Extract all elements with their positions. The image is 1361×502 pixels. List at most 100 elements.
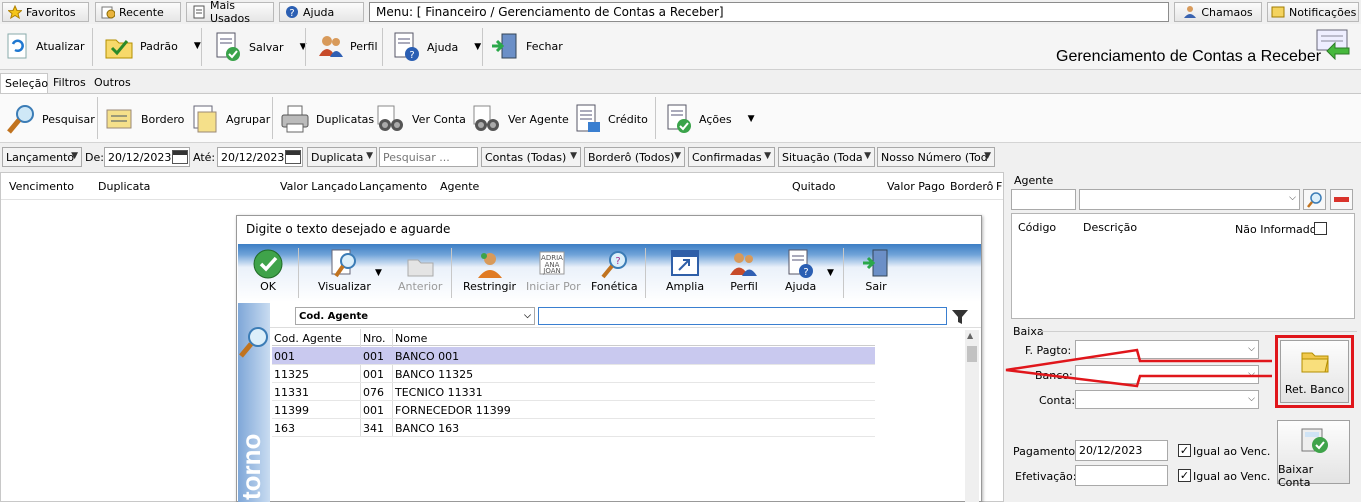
notificacoes-button[interactable]: Notificações — [1267, 2, 1359, 22]
popup-perfil-button[interactable]: Perfil — [729, 248, 759, 293]
popup-ok-button[interactable]: OK — [252, 248, 284, 293]
ver-conta-label: Ver Conta — [412, 112, 466, 126]
search-input[interactable] — [379, 147, 478, 167]
restrict-user-icon — [474, 248, 506, 280]
filter-icon[interactable] — [951, 309, 969, 325]
credito-button[interactable]: Crédito — [574, 104, 648, 134]
visualizar-dropdown-icon[interactable]: ▼ — [375, 268, 382, 278]
col-valor-lancado[interactable]: Valor Lançado — [280, 180, 358, 193]
perfil-button[interactable]: Perfil — [318, 32, 378, 60]
agrupar-button[interactable]: Agrupar — [192, 104, 270, 134]
nosso-numero-select[interactable]: Nosso Número (Tod ▼ — [877, 147, 995, 167]
atualizar-button[interactable]: Atualizar — [6, 32, 85, 60]
acoes-button[interactable]: Ações ▼ — [665, 104, 755, 134]
popup-ajuda-button[interactable]: ? Ajuda — [785, 248, 816, 293]
ver-agente-button[interactable]: Ver Agente — [472, 104, 569, 134]
table-row[interactable]: 001 001 BANCO 001 — [272, 347, 875, 365]
col-f[interactable]: F — [996, 180, 1002, 193]
popup-col-cod-agente[interactable]: Cod. Agente — [274, 332, 342, 345]
col-vencimento[interactable]: Vencimento — [9, 180, 74, 193]
popup-sair-button[interactable]: Sair — [861, 248, 891, 293]
mais-usados-button[interactable]: Mais Usados — [186, 0, 274, 25]
ajuda-dropdown-icon[interactable]: ▼ — [474, 42, 481, 52]
acoes-label: Ações — [699, 112, 732, 126]
alphabet-list-icon: ADRIA ANA JOAN — [537, 248, 569, 280]
recent-icon — [101, 5, 115, 19]
col-lancamento[interactable]: Lançamento — [359, 180, 427, 193]
popup-anterior-label: Anterior — [398, 280, 443, 293]
popup-fonetica-button[interactable]: ? Fonética — [591, 248, 638, 293]
refresh-icon — [6, 32, 30, 60]
padrao-dropdown-icon[interactable]: ▼ — [194, 41, 201, 51]
efetivacao-igual-checkbox[interactable]: ✓ — [1178, 469, 1191, 482]
popup-anterior-button[interactable]: Anterior — [398, 248, 442, 293]
tab-selecao[interactable]: Seleção — [0, 73, 48, 93]
baixar-conta-button[interactable]: Baixar Conta — [1277, 420, 1350, 489]
agente-select[interactable]: ⌵ — [1079, 189, 1300, 210]
col-quitado[interactable]: Quitado — [792, 180, 835, 193]
chamados-button[interactable]: Chamaos — [1174, 2, 1262, 22]
ajuda-top-button[interactable]: ? Ajuda — [279, 2, 364, 22]
tab-filtros[interactable]: Filtros — [53, 76, 86, 89]
conta-label: Conta: — [1039, 394, 1076, 407]
pagamento-input[interactable]: 20/12/2023 — [1075, 440, 1168, 461]
duplicatas-button[interactable]: Duplicatas — [280, 104, 374, 134]
acoes-dropdown-icon[interactable]: ▼ — [748, 114, 755, 124]
scroll-up-icon[interactable]: ▲ — [967, 331, 973, 340]
ret-banco-button[interactable]: Ret. Banco — [1280, 340, 1349, 403]
col-codigo[interactable]: Código — [1018, 221, 1056, 234]
ajuda-button[interactable]: ? Ajuda ▼ — [393, 32, 481, 62]
magnifier-icon — [6, 103, 36, 135]
popup-iniciar-por-button[interactable]: ADRIA ANA JOAN Iniciar Por — [526, 248, 581, 293]
table-row[interactable]: 11331 076 TECNICO 11331 — [272, 383, 875, 401]
agente-code-input[interactable] — [1011, 189, 1076, 210]
agente-search-button[interactable] — [1303, 189, 1326, 210]
ajuda-dropdown-icon[interactable]: ▼ — [827, 268, 834, 278]
baixar-conta-label: Baixar Conta — [1278, 463, 1314, 489]
calendar-icon[interactable] — [172, 150, 188, 164]
duplicata-select[interactable]: Duplicata ▼ — [307, 147, 377, 167]
bordero-button[interactable]: Bordero — [105, 106, 184, 132]
nao-informado-checkbox[interactable] — [1314, 222, 1327, 235]
back-arrow-icon[interactable] — [1313, 28, 1353, 60]
cell-cod-agente: 11325 — [274, 368, 309, 381]
col-agente[interactable]: Agente — [440, 180, 479, 193]
situacao-select[interactable]: Situação (Toda ▼ — [778, 147, 875, 167]
efetivacao-input[interactable] — [1075, 465, 1168, 486]
col-descricao[interactable]: Descrição — [1083, 221, 1137, 234]
baixa-title: Baixa — [1013, 325, 1044, 338]
popup-search-input[interactable] — [538, 307, 947, 325]
salvar-button[interactable]: Salvar ▼ — [215, 32, 306, 62]
pagamento-igual-checkbox[interactable]: ✓ — [1178, 444, 1191, 457]
padrao-button[interactable]: Padrão ▼ — [104, 32, 201, 60]
confirmadas-select[interactable]: Confirmadas ▼ — [688, 147, 775, 167]
calendar-icon[interactable] — [285, 150, 301, 164]
table-row[interactable]: 11399 001 FORNECEDOR 11399 — [272, 401, 875, 419]
conta-select[interactable]: ⌵ — [1075, 390, 1259, 409]
pesquisar-button[interactable]: Pesquisar — [6, 103, 95, 135]
tab-outros[interactable]: Outros — [94, 76, 131, 89]
ver-conta-button[interactable]: Ver Conta — [376, 104, 466, 134]
popup-amplia-button[interactable]: Amplia — [666, 248, 704, 293]
printer-icon — [280, 104, 310, 134]
favoritos-button[interactable]: Favoritos — [2, 2, 89, 22]
efetivacao-label: Efetivação: — [1015, 470, 1077, 483]
popup-visualizar-button[interactable]: Visualizar — [318, 248, 371, 293]
bordero-label: Bordero — [141, 112, 185, 126]
lancamento-select[interactable]: Lançamento ▼ — [2, 147, 82, 167]
bordero-select[interactable]: Borderô (Todos) ▼ — [584, 147, 685, 167]
popup-col-nro[interactable]: Nro. — [363, 332, 386, 345]
col-duplicata[interactable]: Duplicata — [98, 180, 150, 193]
scroll-thumb[interactable] — [967, 346, 977, 362]
fechar-button[interactable]: Fechar — [490, 32, 563, 60]
agente-remove-button[interactable] — [1330, 189, 1353, 210]
col-bordero[interactable]: Borderô — [950, 180, 993, 193]
contas-select[interactable]: Contas (Todas) ▼ — [481, 147, 581, 167]
col-valor-pago[interactable]: Valor Pago — [887, 180, 945, 193]
popup-col-nome[interactable]: Nome — [395, 332, 427, 345]
popup-restringir-button[interactable]: Restringir — [463, 248, 516, 293]
table-row[interactable]: 163 341 BANCO 163 — [272, 419, 875, 437]
popup-field-select[interactable]: Cod. Agente ⌵ — [295, 307, 535, 325]
recente-button[interactable]: Recente — [95, 2, 181, 22]
table-row[interactable]: 11325 001 BANCO 11325 — [272, 365, 875, 383]
